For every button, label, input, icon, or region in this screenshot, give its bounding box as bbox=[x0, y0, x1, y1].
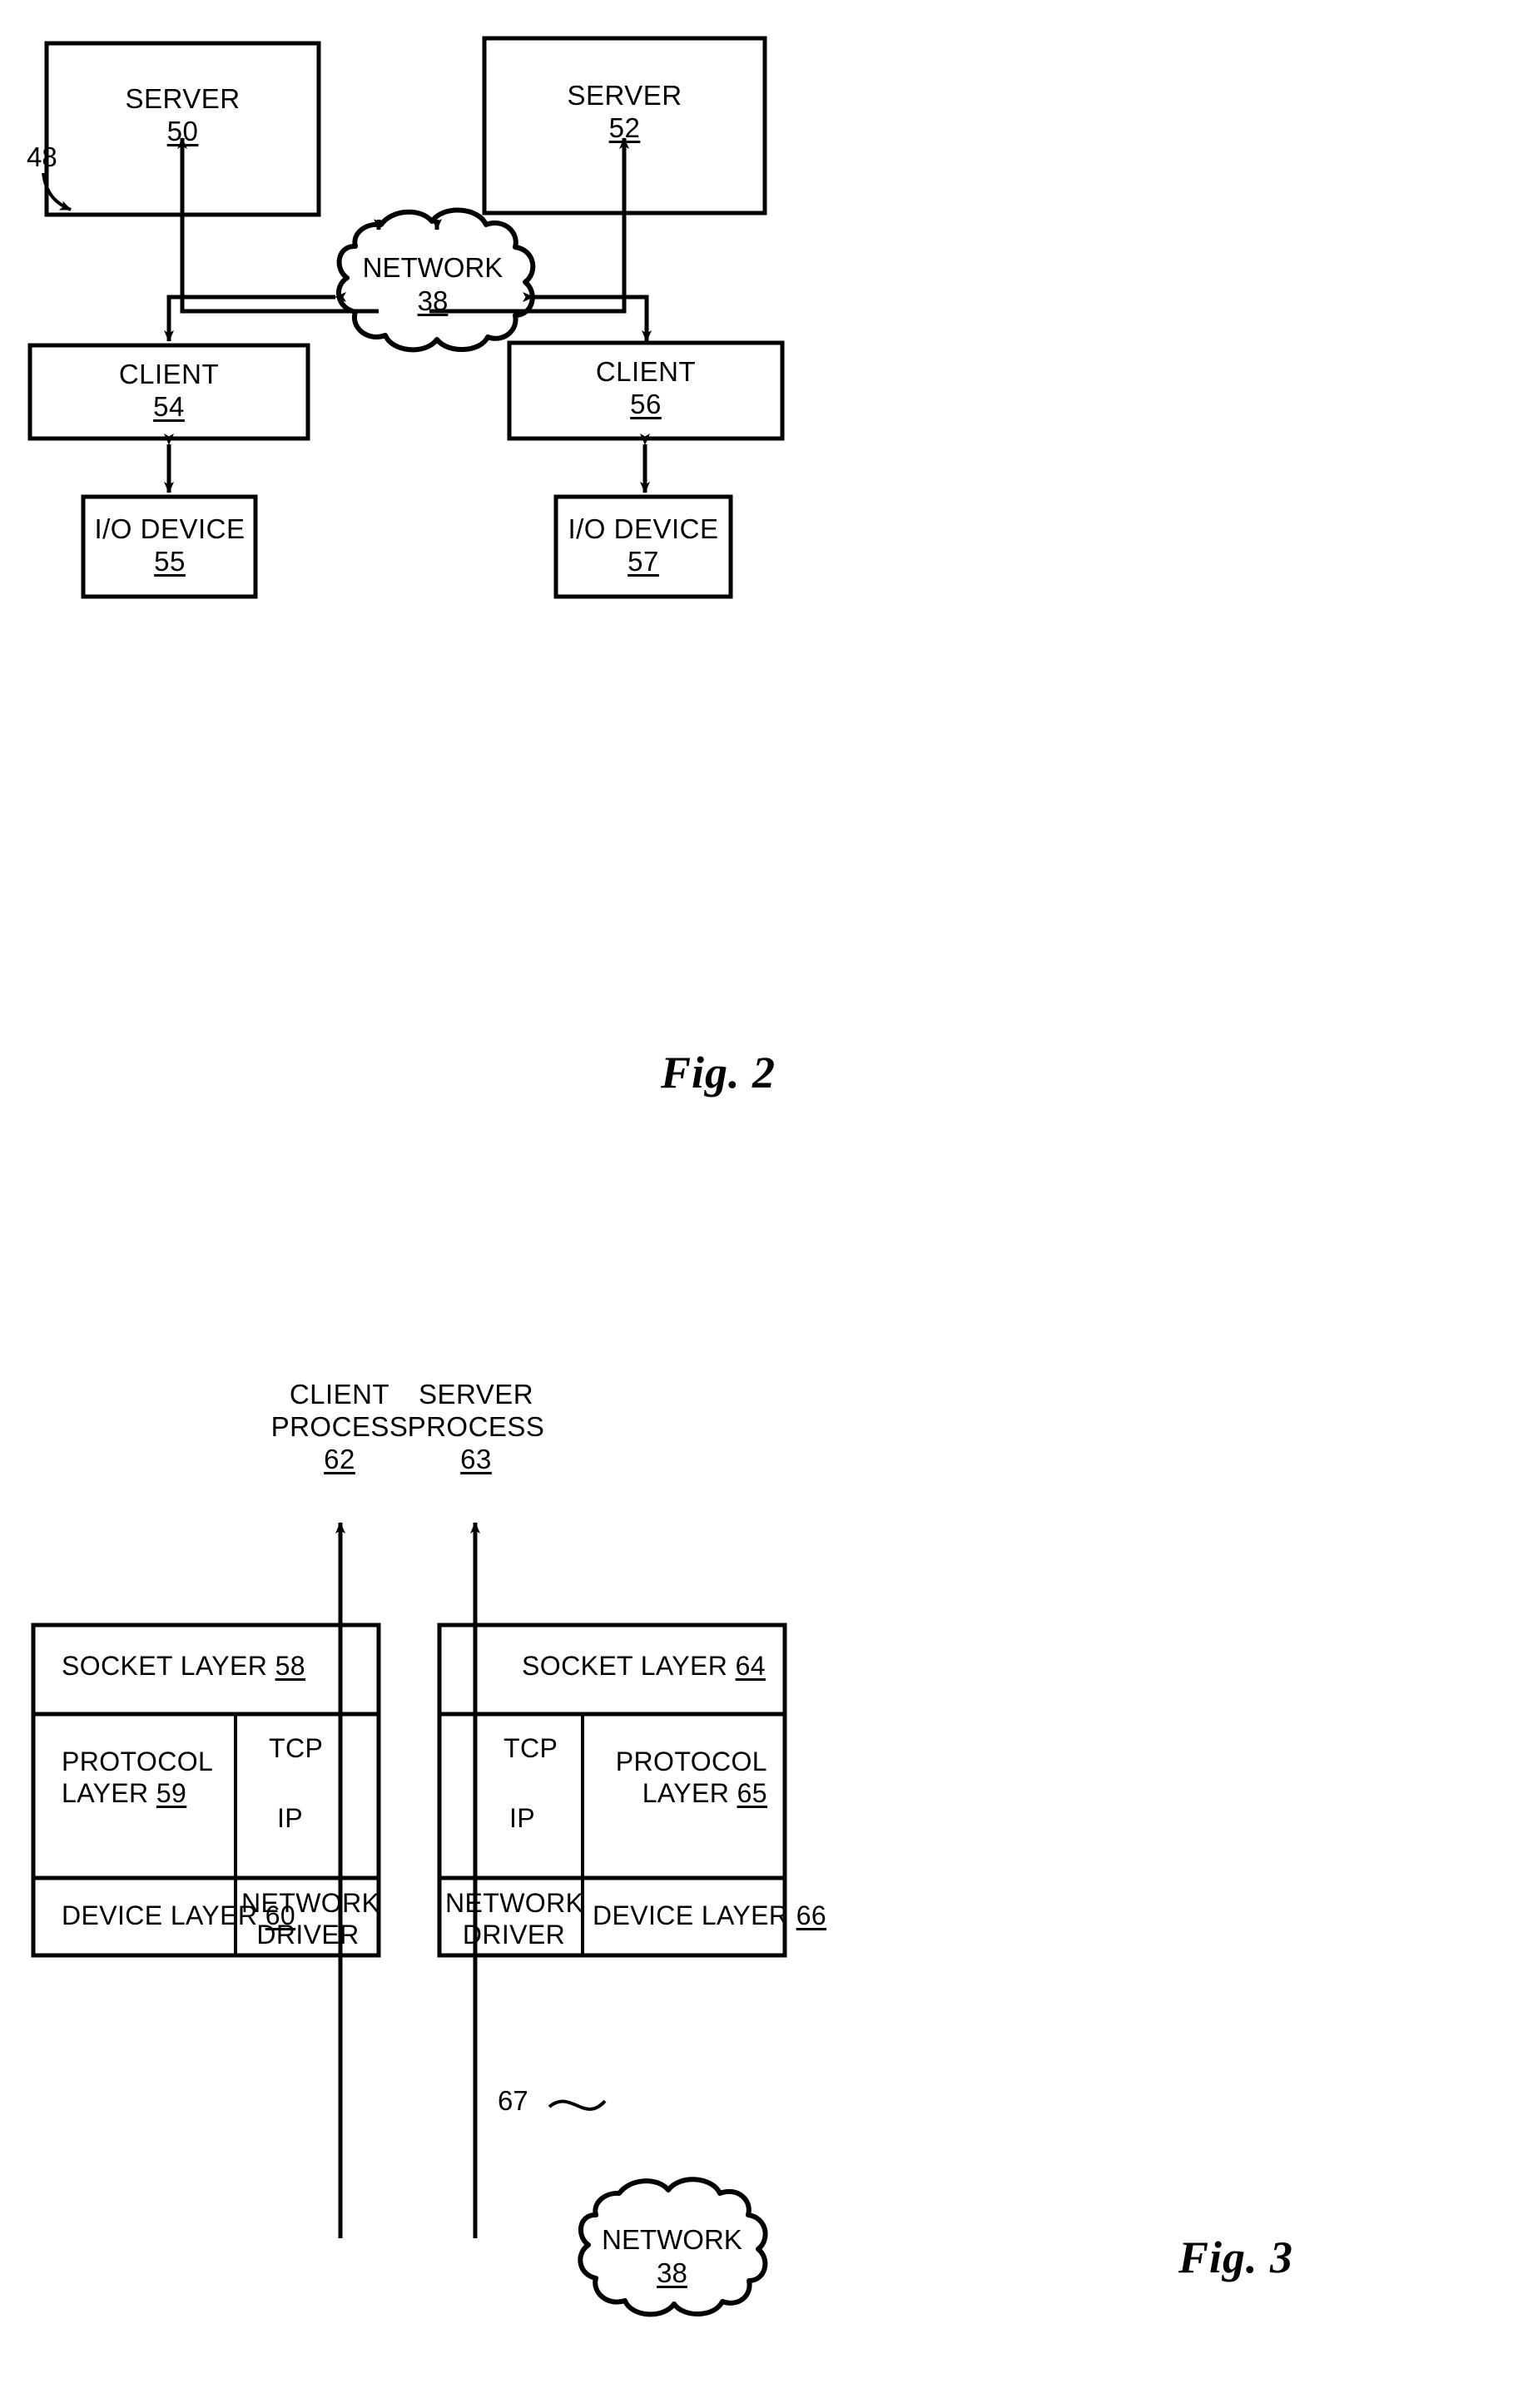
right-socket-layer-cell: SOCKET LAYER 64 bbox=[466, 1650, 766, 1682]
io-device-57-title: I/O DEVICE bbox=[568, 513, 719, 544]
server-52-label: SERVER 52 bbox=[484, 80, 765, 145]
left-protocol-layer-line2: LAYER bbox=[62, 1778, 149, 1809]
right-socket-layer-number: 64 bbox=[735, 1651, 766, 1681]
right-protocol-layer-number: 65 bbox=[737, 1778, 767, 1809]
client-56-title: CLIENT bbox=[595, 356, 697, 387]
client-56-number: 56 bbox=[630, 388, 662, 419]
right-network-driver-line1: NETWORK bbox=[445, 1888, 584, 1918]
figure-2-caption: Fig. 2 bbox=[661, 1048, 776, 1097]
link-67-reference: 67 bbox=[498, 2085, 528, 2116]
arrow-cloud-to-client-54 bbox=[164, 292, 346, 342]
left-device-layer-cell: DEVICE LAYER 60 bbox=[62, 1900, 295, 1931]
left-protocol-layer-cell: PROTOCOL LAYER 59 bbox=[62, 1746, 236, 1810]
network-38-number-fig2: 38 bbox=[417, 285, 449, 316]
left-network-driver-line2: DRIVER bbox=[256, 1920, 360, 1950]
right-socket-layer-label: SOCKET LAYER bbox=[522, 1651, 728, 1681]
right-network-driver-line2: DRIVER bbox=[462, 1920, 566, 1950]
left-network-driver-cell: NETWORK DRIVER bbox=[241, 1887, 380, 1951]
right-protocol-layer-line1: PROTOCOL bbox=[615, 1747, 767, 1776]
server-50-label: SERVER 50 bbox=[47, 83, 319, 148]
left-protocol-layer-line1: PROTOCOL bbox=[62, 1747, 214, 1776]
right-tcp-label: TCP bbox=[504, 1733, 558, 1763]
figure-3-caption: Fig. 3 bbox=[1178, 2232, 1294, 2282]
arrow-cloud-to-client-56 bbox=[523, 292, 652, 342]
left-socket-layer-cell: SOCKET LAYER 58 bbox=[62, 1650, 361, 1682]
left-tcp-label: TCP bbox=[269, 1733, 324, 1763]
right-network-driver-cell: NETWORK DRIVER bbox=[445, 1887, 583, 1951]
client-54-title: CLIENT bbox=[118, 359, 220, 389]
network-cloud-label-fig2: NETWORK 38 bbox=[337, 251, 528, 317]
link-67-leader bbox=[548, 2099, 607, 2111]
server-50-number: 50 bbox=[166, 115, 199, 146]
left-protocol-layer-number: 59 bbox=[156, 1778, 187, 1809]
right-device-layer-number: 66 bbox=[796, 1900, 827, 1930]
io-device-55-title: I/O DEVICE bbox=[94, 513, 246, 544]
client-56-label: CLIENT 56 bbox=[509, 356, 782, 421]
right-protocol-layer-cell: PROTOCOL LAYER 65 bbox=[591, 1746, 767, 1810]
io-device-57-label: I/O DEVICE 57 bbox=[543, 513, 743, 578]
system-48-reference: 48 bbox=[27, 141, 57, 172]
left-socket-layer-label: SOCKET LAYER bbox=[62, 1651, 268, 1681]
right-protocol-layer-line2: LAYER bbox=[642, 1778, 730, 1809]
io-device-55-number: 55 bbox=[154, 545, 186, 577]
left-socket-layer-number: 58 bbox=[275, 1651, 305, 1681]
left-device-layer-label: DEVICE LAYER bbox=[62, 1900, 258, 1930]
server-process-line1: SERVER bbox=[418, 1379, 534, 1410]
right-ip-label: IP bbox=[509, 1803, 536, 1833]
server-50-title: SERVER bbox=[125, 83, 241, 114]
client-54-number: 54 bbox=[153, 390, 185, 422]
server-process-63-label: SERVER PROCESS 63 bbox=[376, 1379, 576, 1476]
client-54-label: CLIENT 54 bbox=[30, 359, 308, 424]
right-device-layer-label: DEVICE LAYER bbox=[593, 1900, 789, 1930]
server-process-number: 63 bbox=[460, 1443, 492, 1474]
server-process-line2: PROCESS bbox=[407, 1410, 545, 1442]
server-52-number: 52 bbox=[608, 111, 641, 143]
network-38-number-fig3: 38 bbox=[657, 2257, 687, 2288]
network-cloud-label-fig3: NETWORK 38 bbox=[583, 2223, 761, 2289]
left-network-driver-line1: NETWORK bbox=[241, 1888, 380, 1918]
network-38-title-fig3: NETWORK bbox=[602, 2224, 742, 2255]
right-device-layer-cell: DEVICE LAYER 66 bbox=[593, 1900, 826, 1931]
server-52-title: SERVER bbox=[567, 80, 682, 111]
patent-drawing-sheet: SERVER 50 SERVER 52 NETWORK 38 CLIENT 54… bbox=[0, 0, 1513, 2408]
network-38-title-fig2: NETWORK bbox=[362, 252, 504, 283]
left-ip-label: IP bbox=[277, 1803, 304, 1833]
io-device-57-number: 57 bbox=[628, 545, 659, 577]
io-device-55-label: I/O DEVICE 55 bbox=[70, 513, 270, 578]
